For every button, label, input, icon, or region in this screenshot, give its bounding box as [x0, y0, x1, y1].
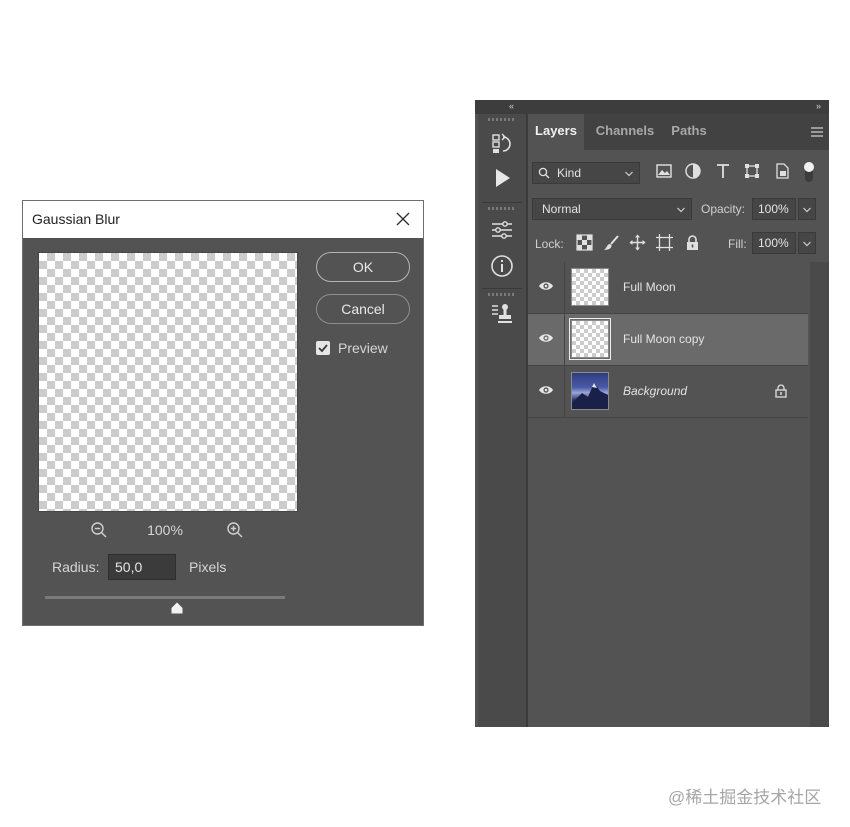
layer-name[interactable]: Full Moon	[623, 280, 676, 294]
layer-name[interactable]: Background	[623, 384, 687, 398]
filter-shape-layers-icon[interactable]	[743, 162, 761, 180]
lock-artboard-icon[interactable]	[656, 234, 673, 251]
layer-row-background[interactable]: Background	[528, 366, 808, 418]
blur-preview-area[interactable]	[38, 252, 298, 512]
panel-tab-bar: Layers Channels Paths	[528, 114, 829, 150]
collapsed-panel-strip	[478, 114, 528, 727]
lock-all-icon[interactable]	[684, 234, 701, 251]
tab-paths[interactable]: Paths	[666, 114, 712, 150]
radius-input[interactable]	[108, 554, 176, 580]
mountain-image-thumbnail[interactable]	[571, 372, 609, 410]
tab-channels[interactable]: Channels	[590, 114, 660, 150]
preview-checkbox-box[interactable]	[316, 341, 330, 355]
radius-slider[interactable]	[45, 596, 285, 616]
layer-row-full-moon[interactable]: Full Moon	[528, 262, 808, 314]
adjustments-icon[interactable]	[490, 218, 514, 242]
watermark-text: @稀土掘金技术社区	[668, 788, 822, 807]
layers-panel: Layers Channels Paths Kind Normal Opacit…	[528, 114, 829, 727]
info-icon[interactable]	[490, 254, 514, 278]
layer-list-scrollbar[interactable]	[810, 262, 829, 727]
radius-slider-thumb[interactable]	[171, 602, 183, 614]
filter-kind-label: Kind	[557, 166, 582, 180]
radius-unit: Pixels	[189, 559, 227, 575]
play-actions-icon[interactable]	[490, 166, 514, 190]
eye-visibility-icon[interactable]	[538, 332, 554, 344]
tab-layers[interactable]: Layers	[528, 114, 584, 150]
opacity-input[interactable]: 100%	[752, 198, 796, 220]
lock-position-move-icon[interactable]	[629, 234, 646, 251]
preview-zoom-controls: 100%	[86, 519, 246, 541]
eye-visibility-icon[interactable]	[538, 384, 554, 396]
layer-row-full-moon-copy[interactable]: Full Moon copy	[528, 314, 808, 366]
lock-image-pixels-brush-icon[interactable]	[603, 234, 620, 251]
chevron-down-icon	[803, 207, 811, 213]
chevron-down-icon	[677, 207, 685, 213]
panel-menu-icon[interactable]	[811, 127, 823, 137]
zoom-out-icon[interactable]	[90, 521, 108, 539]
filter-pixel-layers-icon[interactable]	[655, 162, 673, 180]
opacity-dropdown-button[interactable]	[798, 198, 816, 220]
dialog-title: Gaussian Blur	[32, 211, 120, 227]
layer-name[interactable]: Full Moon copy	[623, 332, 704, 346]
blend-mode-value: Normal	[542, 202, 581, 216]
row-divider	[564, 366, 565, 417]
layer-locked-icon	[775, 384, 787, 398]
search-icon	[538, 167, 550, 179]
layer-thumbnail[interactable]	[571, 268, 609, 306]
dock-top-bar: « »	[475, 100, 829, 114]
strip-grip[interactable]	[488, 118, 516, 121]
radius-slider-track[interactable]	[45, 596, 285, 599]
filter-toggle-switch[interactable]	[803, 160, 815, 184]
row-divider	[564, 314, 565, 365]
blend-mode-select[interactable]: Normal	[532, 198, 692, 220]
history-icon[interactable]	[490, 132, 514, 156]
strip-divider	[482, 288, 522, 289]
layer-thumbnail[interactable]	[569, 318, 611, 360]
layer-filter-kind-select[interactable]: Kind	[532, 162, 640, 184]
strip-grip[interactable]	[488, 207, 516, 210]
radius-label: Radius:	[52, 559, 100, 575]
zoom-level: 100%	[147, 522, 183, 538]
ok-button[interactable]: OK	[316, 252, 410, 282]
eye-visibility-icon[interactable]	[538, 280, 554, 292]
clone-source-icon[interactable]	[490, 302, 514, 326]
radius-row: Radius: Pixels	[52, 554, 292, 580]
preview-label: Preview	[338, 340, 388, 356]
expand-right-icon[interactable]: »	[816, 101, 821, 111]
gaussian-blur-dialog: Gaussian Blur 100% Radius: Pixels OK Can…	[22, 200, 424, 626]
lock-label: Lock:	[535, 237, 564, 251]
cancel-button[interactable]: Cancel	[316, 294, 410, 324]
zoom-in-icon[interactable]	[226, 521, 244, 539]
collapse-left-icon[interactable]: «	[509, 101, 514, 111]
filter-smart-objects-icon[interactable]	[773, 162, 791, 180]
filter-adjustment-layers-icon[interactable]	[684, 162, 702, 180]
strip-grip[interactable]	[488, 293, 516, 296]
lock-transparent-pixels-icon[interactable]	[576, 234, 593, 251]
chevron-down-icon	[625, 171, 633, 177]
filter-type-layers-icon[interactable]	[714, 162, 732, 180]
fill-label: Fill:	[728, 237, 747, 251]
opacity-label: Opacity:	[701, 202, 746, 216]
dialog-title-bar[interactable]: Gaussian Blur	[23, 201, 423, 238]
fill-input[interactable]: 100%	[752, 232, 796, 254]
close-icon[interactable]	[395, 211, 411, 227]
fill-dropdown-button[interactable]	[798, 232, 816, 254]
strip-divider	[482, 202, 522, 203]
photoshop-panel-dock: « » Layers Channels Paths Kind Normal Op…	[475, 100, 829, 727]
row-divider	[564, 262, 565, 313]
chevron-down-icon	[803, 241, 811, 247]
